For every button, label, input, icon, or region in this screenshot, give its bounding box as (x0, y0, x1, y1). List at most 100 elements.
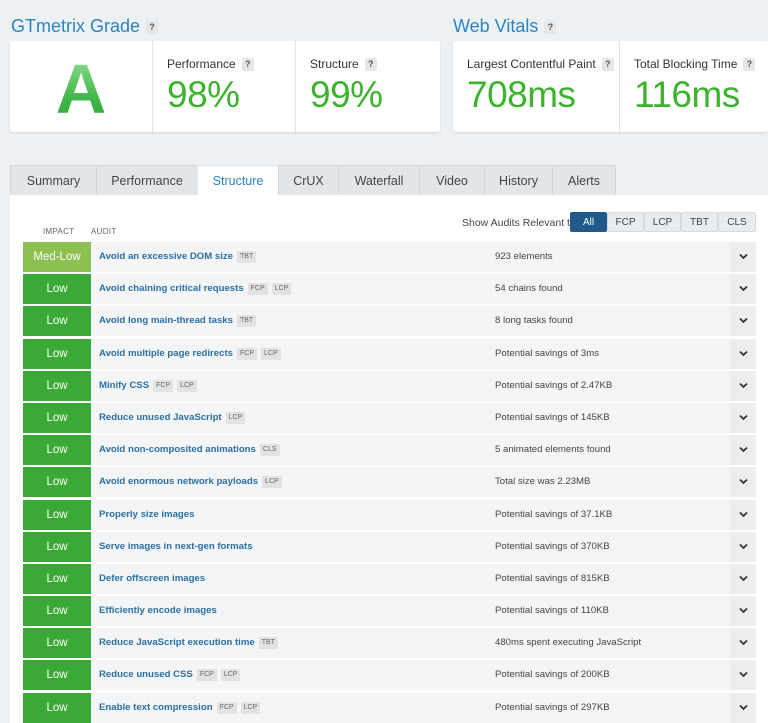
audit-name[interactable]: Avoid chaining critical requests FCP LCP (99, 274, 292, 304)
audit-row[interactable]: Low Avoid chaining critical requests FCP L… (23, 274, 756, 305)
expand-button[interactable] (730, 435, 756, 466)
expand-button[interactable] (730, 467, 756, 498)
filter-fcp-button[interactable]: FCP (607, 212, 644, 232)
tab-history[interactable]: History (484, 165, 553, 196)
help-icon[interactable]: ? (743, 58, 756, 72)
audit-row[interactable]: Low Defer offscreen images Potential sav… (23, 563, 756, 594)
expand-button[interactable] (730, 531, 756, 562)
audit-name[interactable]: Properly size images (99, 500, 194, 530)
audit-name[interactable]: Avoid enormous network payloads LCP (99, 467, 282, 497)
tab-alerts[interactable]: Alerts (552, 165, 616, 196)
audit-list: Med-Low Avoid an excessive DOM size TBT 9… (23, 242, 756, 723)
structure-label: Structure? (310, 57, 377, 72)
metric-tag: LCP (220, 669, 241, 682)
expand-button[interactable] (730, 692, 756, 723)
expand-button[interactable] (730, 499, 756, 530)
report-tabs: Summary Performance Structure CrUX Water… (10, 165, 616, 197)
lcp-label: Largest Contentful Paint? (467, 57, 614, 72)
audit-name[interactable]: Avoid multiple page redirects FCP LCP (99, 339, 281, 369)
expand-button[interactable] (730, 628, 756, 659)
audit-name[interactable]: Enable text compression FCP LCP (99, 693, 261, 723)
metric-tag: FCP (153, 379, 174, 392)
expand-button[interactable] (730, 274, 756, 305)
expand-button[interactable] (730, 660, 756, 691)
web-vitals-title: Web Vitals? (453, 16, 557, 37)
impact-badge: Low (23, 402, 91, 433)
audit-name[interactable]: Efficiently encode images (99, 596, 217, 626)
filter-cls-button[interactable]: CLS (718, 212, 756, 232)
audit-result: Potential savings of 37.1KB (495, 508, 613, 520)
help-icon[interactable]: ? (364, 58, 377, 72)
audit-row[interactable]: Low Avoid enormous network payloads LCP T… (23, 467, 756, 498)
expand-button[interactable] (730, 402, 756, 433)
audit-result: Potential savings of 370KB (495, 540, 610, 552)
audit-row[interactable]: Low Avoid multiple page redirects FCP LCP … (23, 338, 756, 369)
tab-summary[interactable]: Summary (10, 165, 97, 196)
audit-row[interactable]: Low Serve images in next-gen formats Pot… (23, 531, 756, 562)
chevron-down-icon (739, 704, 748, 710)
help-icon[interactable]: ? (146, 20, 159, 34)
chevron-down-icon (739, 607, 748, 614)
audit-name[interactable]: Serve images in next-gen formats (99, 532, 253, 562)
metric-tag: LCP (240, 701, 261, 714)
audit-name[interactable]: Avoid an excessive DOM size TBT (99, 242, 257, 272)
audit-row[interactable]: Low Avoid non-composited animations CLS 5… (23, 435, 756, 466)
tab-crux[interactable]: CrUX (278, 165, 339, 196)
audit-name[interactable]: Avoid non-composited animations CLS (99, 435, 280, 465)
audit-row[interactable]: Low Enable text compression FCP LCP Potent… (23, 692, 756, 723)
audit-row[interactable]: Med-Low Avoid an excessive DOM size TBT 9… (23, 242, 756, 272)
audit-row[interactable]: Low Reduce unused CSS FCP LCP Potential sa… (23, 660, 756, 691)
impact-badge: Low (23, 660, 91, 691)
metric-tag: LCP (177, 379, 197, 392)
tab-structure[interactable]: Structure (197, 165, 279, 197)
metric-tag: LCP (225, 411, 246, 424)
audit-name[interactable]: Minify CSS FCP LCP (99, 371, 197, 401)
tab-video[interactable]: Video (419, 165, 485, 196)
audit-row[interactable]: Low Reduce unused JavaScript LCP Potentia… (23, 402, 756, 433)
audit-name[interactable]: Reduce unused JavaScript LCP (99, 403, 246, 433)
expand-button[interactable] (730, 563, 756, 594)
filter-lcp-button[interactable]: LCP (644, 212, 681, 232)
help-icon[interactable]: ? (241, 58, 254, 72)
metric-tag: FCP (216, 701, 237, 714)
audit-result: Total size was 2.23MB (495, 476, 591, 488)
help-icon[interactable]: ? (544, 20, 557, 34)
metric-tag: TBT (236, 315, 257, 328)
audit-name[interactable]: Reduce JavaScript execution time TBT (99, 628, 278, 658)
audit-name[interactable]: Defer offscreen images (99, 564, 205, 594)
expand-button[interactable] (730, 338, 756, 369)
impact-badge: Low (23, 338, 91, 369)
audit-result: Potential savings of 145KB (495, 411, 610, 423)
audit-row[interactable]: Low Properly size images Potential savin… (23, 499, 756, 530)
lcp-cell: Largest Contentful Paint? 708ms (453, 41, 620, 132)
tbt-value: 116ms (634, 74, 740, 115)
audit-row[interactable]: Low Efficiently encode images Potential … (23, 596, 756, 627)
chevron-down-icon (739, 640, 748, 646)
audit-row[interactable]: Low Minify CSS FCP LCP Potential savings o… (23, 370, 756, 401)
chevron-down-icon (739, 511, 748, 517)
tab-waterfall[interactable]: Waterfall (338, 165, 420, 196)
metric-tag: LCP (261, 347, 281, 360)
audit-name[interactable]: Avoid long main-thread tasks TBT (99, 306, 257, 336)
expand-button[interactable] (730, 370, 756, 401)
filter-all-button[interactable]: All (570, 212, 607, 232)
audit-row[interactable]: Low Avoid long main-thread tasks TBT 8 lo… (23, 306, 756, 337)
grade-cell: A (10, 41, 153, 132)
chevron-down-icon (739, 286, 748, 292)
audit-row[interactable]: Low Reduce JavaScript execution time TBT … (23, 628, 756, 659)
chevron-down-icon (739, 350, 748, 356)
audit-name[interactable]: Reduce unused CSS FCP LCP (99, 660, 241, 690)
metric-tag: LCP (262, 476, 282, 489)
audit-result: 923 elements (495, 251, 553, 262)
expand-button[interactable] (730, 596, 756, 627)
help-icon[interactable]: ? (601, 58, 614, 72)
tab-performance[interactable]: Performance (96, 165, 198, 196)
audit-result: Potential savings of 297KB (495, 701, 610, 713)
audit-name-text: Reduce unused CSS (99, 669, 193, 681)
expand-button[interactable] (730, 306, 756, 337)
chevron-down-icon (739, 414, 748, 421)
filter-tbt-button[interactable]: TBT (681, 212, 718, 232)
audit-name-text: Avoid multiple page redirects (99, 347, 233, 359)
audit-result: Potential savings of 2.47KB (495, 379, 613, 391)
expand-button[interactable] (730, 242, 756, 272)
